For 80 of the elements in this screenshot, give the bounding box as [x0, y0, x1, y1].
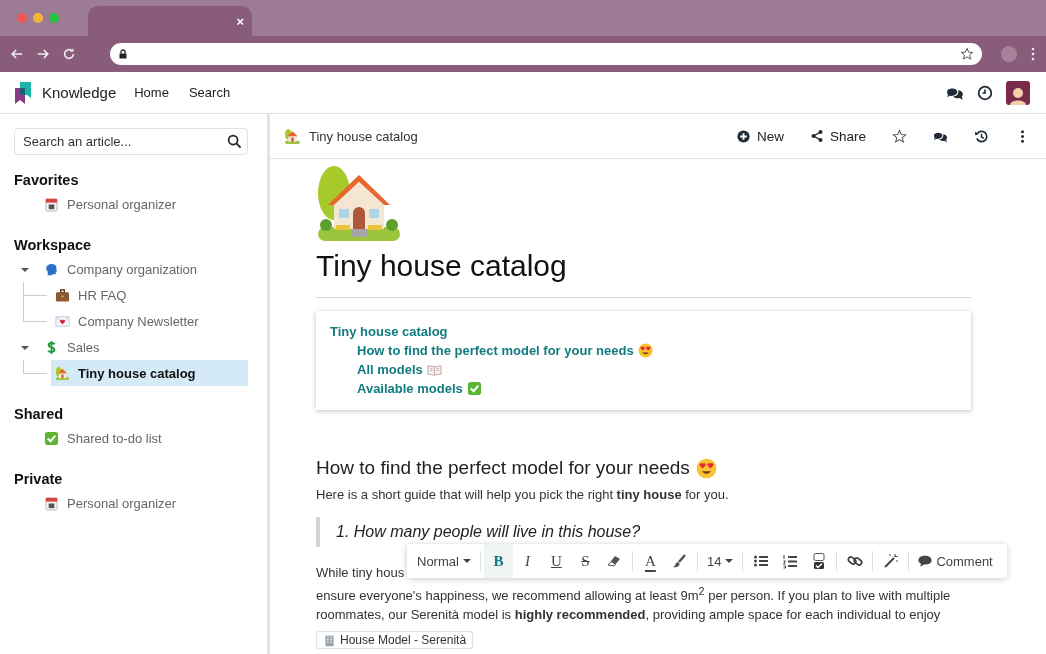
- head-icon: [44, 261, 59, 277]
- reload-icon[interactable]: [62, 47, 76, 61]
- app-name: Knowledge: [42, 84, 117, 101]
- section-heading: Workspace: [14, 236, 93, 255]
- sidebar-item[interactable]: Company organization: [14, 256, 248, 282]
- comment-icon: [918, 554, 933, 568]
- bookmark-star-icon[interactable]: [960, 47, 974, 61]
- section-heading: Favorites: [14, 171, 80, 190]
- bullet-list-icon: [752, 553, 769, 569]
- heart-eyes-emoji-icon: [695, 457, 717, 479]
- link-icon: [846, 553, 863, 569]
- section-heading: Private: [14, 470, 64, 489]
- star-icon: [892, 128, 907, 144]
- house-icon: [55, 365, 70, 381]
- sidebar-item[interactable]: Tiny house catalog: [51, 360, 248, 386]
- tab-close-button[interactable]: ×: [236, 13, 244, 29]
- plus-icon: [735, 128, 751, 144]
- caret-icon: [725, 557, 734, 565]
- paragraph-line: ensure everyone's happiness, we recommend allowing at least 9m$^{2}$ per person. If you plan to live with multiple: [316, 584, 952, 606]
- checklist-icon: [810, 553, 827, 569]
- building-icon: [323, 633, 336, 647]
- search-field[interactable]: Search an article...: [14, 128, 248, 155]
- magic-wand-icon: [882, 553, 899, 569]
- share-button[interactable]: Share: [809, 128, 866, 144]
- toc-link[interactable]: All models: [357, 360, 957, 379]
- check-icon: [44, 430, 59, 446]
- section-heading: Shared: [14, 405, 65, 424]
- book-icon: [426, 362, 442, 377]
- nav-menu-item[interactable]: Search: [188, 85, 231, 100]
- toc-link[interactable]: Available models: [357, 379, 957, 398]
- forward-icon[interactable]: [36, 47, 50, 61]
- section-heading: How to find the perfect model for your needs: [316, 457, 690, 479]
- article-link[interactable]: House Model - Serenità: [316, 631, 474, 650]
- browser-tab[interactable]: ×: [88, 6, 252, 36]
- briefcase-icon: [55, 287, 70, 303]
- sidebar-item[interactable]: Sales: [14, 334, 248, 360]
- toc-link[interactable]: How to find the perfect model for your needs: [357, 341, 957, 360]
- clock-icon[interactable]: [977, 84, 993, 101]
- back-icon[interactable]: [10, 47, 24, 61]
- eraser-icon: [606, 553, 623, 569]
- sidebar-item[interactable]: Personal organizer: [14, 191, 248, 217]
- article-title: Tiny house catalog: [316, 248, 568, 284]
- sidebar-item[interactable]: Shared to-do list: [14, 425, 248, 451]
- intro-text: Here is a short guide that will help you pick the right tiny house for you.: [316, 486, 730, 504]
- brush-icon: [671, 553, 688, 569]
- paragraph-line: roommates, our Serenità model is highly recommended, providing ample space for each individual to enjoy: [316, 606, 942, 625]
- app-logo-icon: [14, 80, 32, 105]
- style-dropdown[interactable]: Normal: [411, 544, 477, 578]
- caret-icon: [462, 557, 471, 565]
- nav-menu-item[interactable]: Home: [134, 85, 169, 100]
- breadcrumb: Tiny house catalog: [309, 128, 418, 144]
- menu-icon[interactable]: [1030, 47, 1036, 61]
- house-icon: [316, 165, 400, 243]
- favorite-button[interactable]: [892, 128, 907, 144]
- numbered-list-icon: [781, 553, 798, 569]
- comment-button[interactable]: Comment: [912, 544, 999, 578]
- avatar[interactable]: [1006, 80, 1030, 105]
- heart-eyes-emoji-icon: [637, 343, 653, 358]
- paragraph-line: While tiny hous: [316, 564, 406, 582]
- bold-button[interactable]: B: [483, 544, 513, 578]
- new-button[interactable]: New: [735, 128, 784, 144]
- check-icon: [466, 381, 482, 396]
- share-icon: [809, 129, 824, 143]
- house-icon: [284, 127, 301, 145]
- strike-button[interactable]: S: [570, 544, 600, 578]
- font-size-dropdown[interactable]: 14: [700, 544, 740, 578]
- sidebar-item[interactable]: Personal organizer: [14, 490, 248, 516]
- history-icon: [974, 128, 989, 144]
- text-color-button[interactable]: A: [635, 544, 665, 578]
- lock-icon: [118, 49, 128, 59]
- calendar-icon: [44, 495, 59, 511]
- italic-button[interactable]: I: [512, 544, 542, 578]
- history-button[interactable]: [974, 128, 989, 144]
- calendar-icon: [44, 196, 59, 212]
- underline-button[interactable]: U: [541, 544, 571, 578]
- letter-icon: [55, 313, 70, 329]
- sidebar-item[interactable]: HR FAQ: [51, 282, 248, 308]
- search-icon[interactable]: [227, 134, 242, 149]
- sidebar-item[interactable]: Company Newsletter: [51, 308, 248, 334]
- toc-link[interactable]: Tiny house catalog: [330, 322, 957, 341]
